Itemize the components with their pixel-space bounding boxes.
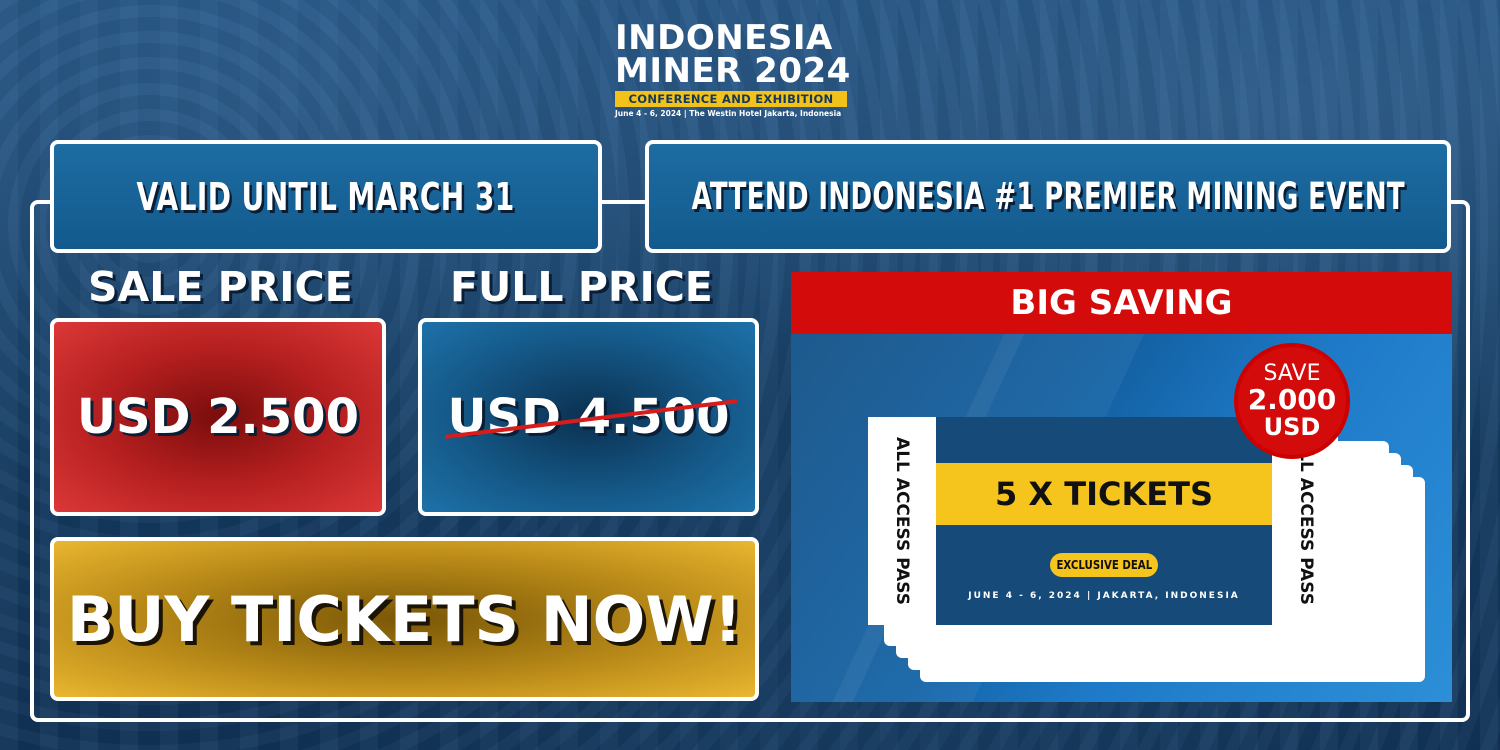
event-logo: INDONESIA MINER 2024 CONFERENCE AND EXHI… <box>615 21 855 118</box>
ticket-count-band: 5 X TICKETS <box>936 463 1272 525</box>
valid-until-text: VALID UNTIL MARCH 31 <box>136 174 516 219</box>
logo-event-info: June 4 - 6, 2024 | The Westin Hotel Jaka… <box>615 109 842 118</box>
big-saving-header: BIG SAVING <box>791 272 1452 334</box>
save-amount: 2.000 <box>1247 383 1337 416</box>
ticket-stub-left: ALL ACCESS PASS <box>868 417 936 625</box>
attend-event-banner: ATTEND INDONESIA #1 PREMIER MINING EVENT <box>645 140 1451 253</box>
frame-connector <box>600 200 646 204</box>
exclusive-deal-text: EXCLUSIVE DEAL <box>1056 558 1152 572</box>
sale-price-box: USD 2.500 <box>50 318 386 516</box>
exclusive-deal-badge: EXCLUSIVE DEAL <box>1050 553 1158 577</box>
save-badge: SAVE 2.000 USD <box>1234 343 1350 459</box>
attend-event-text: ATTEND INDONESIA #1 PREMIER MINING EVENT <box>691 175 1405 218</box>
ticket-body: 5 X TICKETS EXCLUSIVE DEAL JUNE 4 - 6, 2… <box>936 417 1272 625</box>
sale-price-value: USD 2.500 <box>77 389 359 445</box>
save-currency: USD <box>1263 413 1321 441</box>
valid-until-banner: VALID UNTIL MARCH 31 <box>50 140 602 253</box>
logo-tagline: CONFERENCE AND EXHIBITION <box>615 91 847 107</box>
full-price-label: FULL PRICE <box>450 263 713 311</box>
big-saving-text: BIG SAVING <box>1010 283 1233 323</box>
buy-tickets-button[interactable]: BUY TICKETS NOW! <box>50 537 759 701</box>
ticket-date-text: JUNE 4 - 6, 2024 | JAKARTA, INDONESIA <box>968 591 1240 601</box>
full-price-value: USD 4.500 <box>444 389 737 445</box>
pass-label-left: ALL ACCESS PASS <box>892 437 913 605</box>
full-price-box: USD 4.500 <box>418 318 759 516</box>
ticket-count-text: 5 X TICKETS <box>995 475 1213 513</box>
buy-tickets-label: BUY TICKETS NOW! <box>66 582 743 656</box>
pass-label-right: ALL ACCESS PASS <box>1296 437 1317 605</box>
sale-price-label: SALE PRICE <box>88 263 353 311</box>
logo-line2: MINER 2024 <box>615 51 851 91</box>
